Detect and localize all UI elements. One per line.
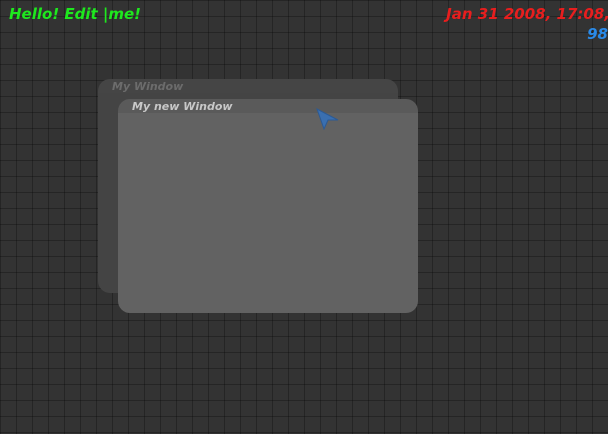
datetime-label: Jan 31 2008, 17:08, xyxy=(446,5,608,23)
window-titlebar[interactable]: My Window xyxy=(98,79,398,93)
window-title: My Window xyxy=(112,80,184,93)
window-titlebar[interactable]: My new Window xyxy=(118,99,418,113)
window-title: My new Window xyxy=(132,100,233,113)
fps-counter: 98 xyxy=(587,25,608,43)
window-my-new-window[interactable]: My new Window xyxy=(118,99,418,313)
arrow-pointer-icon xyxy=(316,108,339,130)
edit-text-label[interactable]: Hello! Edit |me! xyxy=(9,5,141,23)
window-body xyxy=(118,113,418,313)
